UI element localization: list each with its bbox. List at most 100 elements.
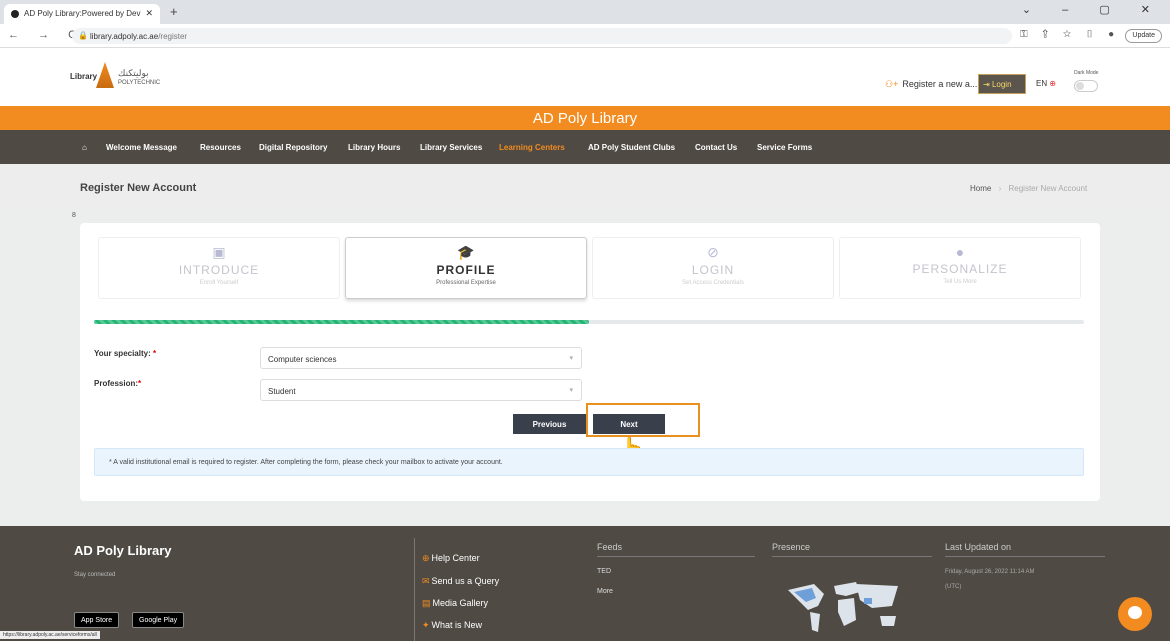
help-icon: ⊕ (422, 553, 430, 563)
lock-icon: 🔒 (78, 31, 88, 40)
specialty-label: Your specialty: * (94, 349, 156, 358)
tab-close-icon[interactable]: ✕ (145, 8, 153, 19)
breadcrumb-separator: › (998, 184, 1002, 193)
menu-item-library-services[interactable]: Library Services (420, 143, 482, 152)
previous-button[interactable]: Previous (513, 414, 586, 434)
site-banner: AD Poly Library (0, 106, 1170, 130)
url-field[interactable]: 🔒 library.adpoly.ac.ae/register (72, 28, 1012, 44)
chat-bubble-icon[interactable] (1118, 597, 1152, 631)
menu-item-service-forms[interactable]: Service Forms (757, 143, 812, 152)
menu-item-welcome[interactable]: Welcome Message (106, 143, 177, 152)
megaphone-icon: ✦ (422, 620, 430, 630)
required-mark: * (138, 379, 142, 388)
media-gallery-link[interactable]: ▤ Media Gallery (422, 598, 488, 609)
stay-connected: Stay connected (74, 572, 116, 578)
feed-ted-link[interactable]: TED (597, 568, 611, 575)
dark-mode-label: Dark Mode (1074, 70, 1099, 76)
page-header: Register New Account Home › Register New… (0, 164, 1170, 210)
breadcrumb-home[interactable]: Home (970, 184, 991, 193)
next-highlight-box (586, 403, 700, 437)
step-name: PROFILE (436, 263, 496, 277)
browser-window: AD Poly Library:Powered by Dev ✕ + ⌄ – ▢… (0, 0, 1170, 641)
specialty-select[interactable]: Computer sciences ▾ (260, 347, 582, 369)
register-label: Register a new a... (902, 79, 978, 89)
step-subtitle: Tell Us More (943, 279, 977, 285)
globe-icon: ⊕ (1049, 79, 1057, 88)
register-link[interactable]: ⚇+ Register a new a... (885, 79, 977, 90)
last-updated-heading: Last Updated on (945, 542, 1105, 557)
envelope-icon: ✉ (422, 576, 430, 586)
menu-item-digital-repository[interactable]: Digital Repository (259, 143, 327, 152)
add-user-icon: ⚇+ (885, 79, 899, 89)
tab-title: AD Poly Library:Powered by Dev (24, 9, 141, 18)
profession-select[interactable]: Student ▾ (260, 379, 582, 401)
logo-arabic-text: بوليتكنك (118, 68, 149, 78)
update-button[interactable]: Update (1125, 29, 1162, 43)
gallery-icon: ▤ (422, 598, 431, 608)
logo-poly-text: POLYTECHNIC (118, 80, 161, 86)
dark-mode-toggle[interactable] (1074, 80, 1098, 92)
site-header: Library بوليتكنك POLYTECHNIC ⚇+ Register … (0, 48, 1170, 106)
window-controls[interactable]: ⌄ – ▢ ✕ (1022, 3, 1164, 16)
required-mark: * (153, 349, 157, 358)
chevron-down-icon: ▾ (569, 387, 573, 394)
progress-fill (94, 320, 589, 324)
url-host: library.adpoly.ac.ae (90, 32, 159, 41)
progress-bar (94, 320, 1084, 324)
site-logo[interactable]: Library بوليتكنك POLYTECHNIC (70, 62, 220, 96)
profession-label-text: Profession: (94, 379, 139, 388)
site-footer: AD Poly Library Stay connected App Store… (0, 526, 1170, 641)
step-name: PERSONALIZE (912, 262, 1008, 276)
registration-card: ▣ INTRODUCE Enroll Yourself 🎓 PROFILE Pr… (80, 223, 1100, 501)
login-button[interactable]: ⇥ Login (978, 74, 1026, 94)
last-updated-value: Friday, August 26, 2022 11:14 AM (UTC) (945, 567, 1085, 593)
step-introduce[interactable]: ▣ INTRODUCE Enroll Yourself (98, 237, 340, 299)
breadcrumb-current: Register New Account (1008, 184, 1088, 193)
profession-value: Student (268, 387, 296, 396)
browser-tab[interactable]: AD Poly Library:Powered by Dev ✕ (4, 4, 160, 24)
feed-more-link[interactable]: More (597, 588, 613, 595)
menu-item-contact-us[interactable]: Contact Us (695, 143, 737, 152)
step-login[interactable]: ⊘ LOGIN Set Access Credentials (592, 237, 834, 299)
step-subtitle: Set Access Credentials (682, 280, 744, 286)
whats-new-link[interactable]: ✦ What is New (422, 620, 482, 631)
home-icon[interactable]: ⌂ (82, 143, 87, 152)
step-profile[interactable]: 🎓 PROFILE Professional Expertise (345, 237, 587, 299)
specialty-value: Computer sciences (268, 355, 337, 364)
presence-heading: Presence (772, 542, 932, 557)
language-switch[interactable]: EN ⊕ (1036, 79, 1056, 88)
stray-number: 8 (72, 212, 76, 219)
favicon-icon (11, 10, 19, 18)
step-personalize[interactable]: ● PERSONALIZE Tell Us More (839, 237, 1081, 299)
updated-timezone: (UTC) (945, 584, 962, 590)
whats-new-label: What is New (431, 620, 483, 630)
main-menu: ⌂ Welcome Message Resources Digital Repo… (0, 130, 1170, 164)
new-tab-button[interactable]: + (170, 4, 178, 19)
step-name: INTRODUCE (178, 263, 260, 277)
menu-item-resources[interactable]: Resources (200, 143, 241, 152)
breadcrumb: Home › Register New Account (970, 184, 1087, 193)
help-center-link[interactable]: ⊕ Help Center (422, 553, 480, 564)
id-card-icon: ▣ (212, 244, 226, 260)
toolbar-icons[interactable]: ⚿ ⇪ ☆ ▯ ● (1020, 29, 1120, 40)
login-label: Login (991, 80, 1012, 89)
send-query-link[interactable]: ✉ Send us a Query (422, 576, 499, 587)
language-label: EN (1036, 79, 1048, 88)
chevron-down-icon: ▾ (569, 355, 573, 362)
menu-item-library-hours[interactable]: Library Hours (348, 143, 400, 152)
status-bar-url: https://library.adpoly.ac.ae/serviceform… (0, 631, 100, 639)
google-play-badge[interactable]: Google Play (132, 612, 185, 628)
address-bar: ← → C 🔒 library.adpoly.ac.ae/register ⚿ … (0, 24, 1170, 48)
feeds-heading: Feeds (597, 542, 755, 557)
world-map (788, 582, 898, 632)
app-store-badge[interactable]: App Store (74, 612, 120, 628)
footer-divider (414, 538, 415, 641)
media-gallery-label: Media Gallery (432, 598, 489, 608)
profession-label: Profession:* (94, 379, 141, 388)
url-path: /register (158, 32, 188, 41)
menu-item-learning-centers[interactable]: Learning Centers (499, 143, 565, 152)
menu-item-student-clubs[interactable]: AD Poly Student Clubs (588, 143, 675, 152)
page-title: Register New Account (80, 182, 197, 194)
step-subtitle: Enroll Yourself (199, 280, 239, 286)
info-note: * A valid institutional email is require… (94, 448, 1084, 476)
